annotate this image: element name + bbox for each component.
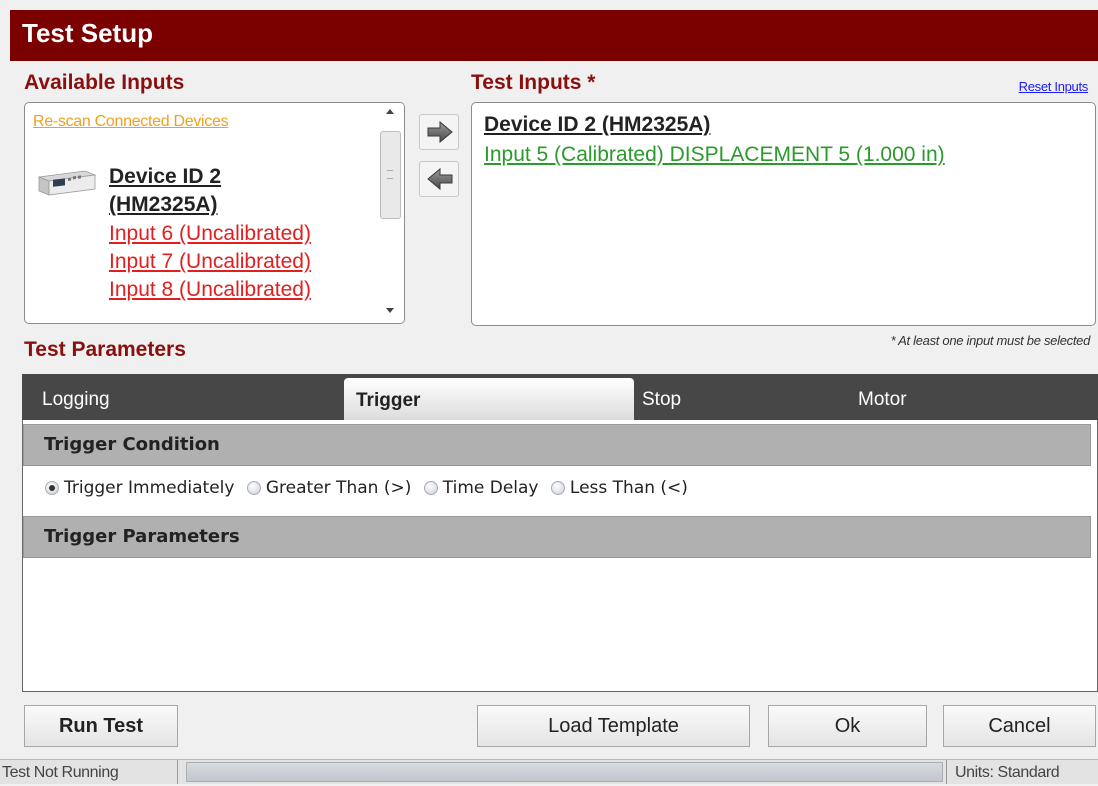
remove-input-button[interactable]: [419, 161, 459, 197]
status-bar: Test Not Running Units: Standard: [0, 759, 1098, 784]
tab-trigger[interactable]: Trigger: [344, 378, 634, 420]
ok-button[interactable]: Ok: [768, 705, 927, 747]
test-input-item[interactable]: Input 5 (Calibrated) DISPLACEMENT 5 (1.0…: [484, 143, 945, 167]
test-inputs-list[interactable]: Device ID 2 (HM2325A) Input 5 (Calibrate…: [471, 102, 1096, 326]
reset-inputs-link[interactable]: Reset Inputs: [1019, 79, 1089, 94]
device-name-line1: Device ID 2: [109, 165, 222, 188]
scroll-thumb[interactable]: [380, 131, 401, 219]
arrow-left-icon: [427, 167, 453, 191]
window-title: Test Setup: [22, 18, 153, 48]
test-parameters-title: Test Parameters: [24, 338, 186, 361]
tab-motor[interactable]: Motor: [858, 374, 978, 420]
trigger-condition-options: Trigger Immediately Greater Than (>) Tim…: [45, 478, 695, 500]
available-inputs-title: Available Inputs: [24, 71, 185, 94]
radio-label: Time Delay: [442, 478, 539, 498]
radio-trigger-immediately[interactable]: Trigger Immediately: [45, 478, 234, 498]
available-input-item[interactable]: Input 8 (Uncalibrated): [109, 276, 311, 304]
radio-unchecked-icon: [246, 481, 261, 495]
title-bar: Test Setup: [10, 10, 1098, 61]
add-input-button[interactable]: [419, 114, 459, 150]
vertical-scrollbar[interactable]: [378, 103, 404, 323]
selection-note: * At least one input must be selected: [890, 333, 1091, 348]
device-icon: [37, 170, 97, 196]
trigger-parameters-header: Trigger Parameters: [23, 516, 1091, 558]
units-status-text: Units: Standard: [946, 760, 1098, 784]
parameters-tab-bar: Logging Trigger Stop Motor: [22, 374, 1098, 420]
tab-stop[interactable]: Stop: [642, 374, 762, 420]
radio-checked-icon: [45, 481, 59, 495]
available-inputs-list[interactable]: Re-scan Connected Devices Device ID 2 (H…: [24, 102, 405, 324]
radio-less-than[interactable]: Less Than (<): [550, 478, 688, 498]
device-name-line2: (HM2325A): [109, 193, 218, 216]
radio-unchecked-icon: [423, 481, 438, 495]
rescan-devices-link[interactable]: Re-scan Connected Devices: [33, 113, 229, 131]
test-inputs-title: Test Inputs *: [471, 71, 596, 94]
radio-time-delay[interactable]: Time Delay: [423, 478, 539, 498]
trigger-tab-panel: Trigger Condition Trigger Immediately Gr…: [22, 420, 1098, 692]
scroll-up-icon[interactable]: [386, 109, 394, 114]
radio-greater-than[interactable]: Greater Than (>): [246, 478, 412, 498]
radio-unchecked-icon: [550, 481, 565, 495]
test-status-text: Test Not Running: [0, 760, 178, 784]
test-device-name[interactable]: Device ID 2 (HM2325A): [484, 113, 710, 137]
available-device-name[interactable]: Device ID 2 (HM2325A): [109, 163, 369, 219]
scroll-down-icon[interactable]: [386, 308, 394, 313]
cancel-button[interactable]: Cancel: [943, 705, 1096, 747]
tab-logging[interactable]: Logging: [42, 374, 242, 420]
radio-label: Trigger Immediately: [64, 478, 235, 498]
radio-label: Less Than (<): [569, 478, 688, 498]
available-input-item[interactable]: Input 7 (Uncalibrated): [109, 248, 311, 276]
test-progress-bar: [186, 762, 943, 782]
available-input-item[interactable]: Input 6 (Uncalibrated): [109, 220, 311, 248]
arrow-right-icon: [427, 120, 453, 144]
radio-label: Greater Than (>): [265, 478, 412, 498]
run-test-button[interactable]: Run Test: [24, 705, 178, 747]
load-template-button[interactable]: Load Template: [477, 705, 750, 747]
trigger-condition-header: Trigger Condition: [23, 424, 1091, 466]
